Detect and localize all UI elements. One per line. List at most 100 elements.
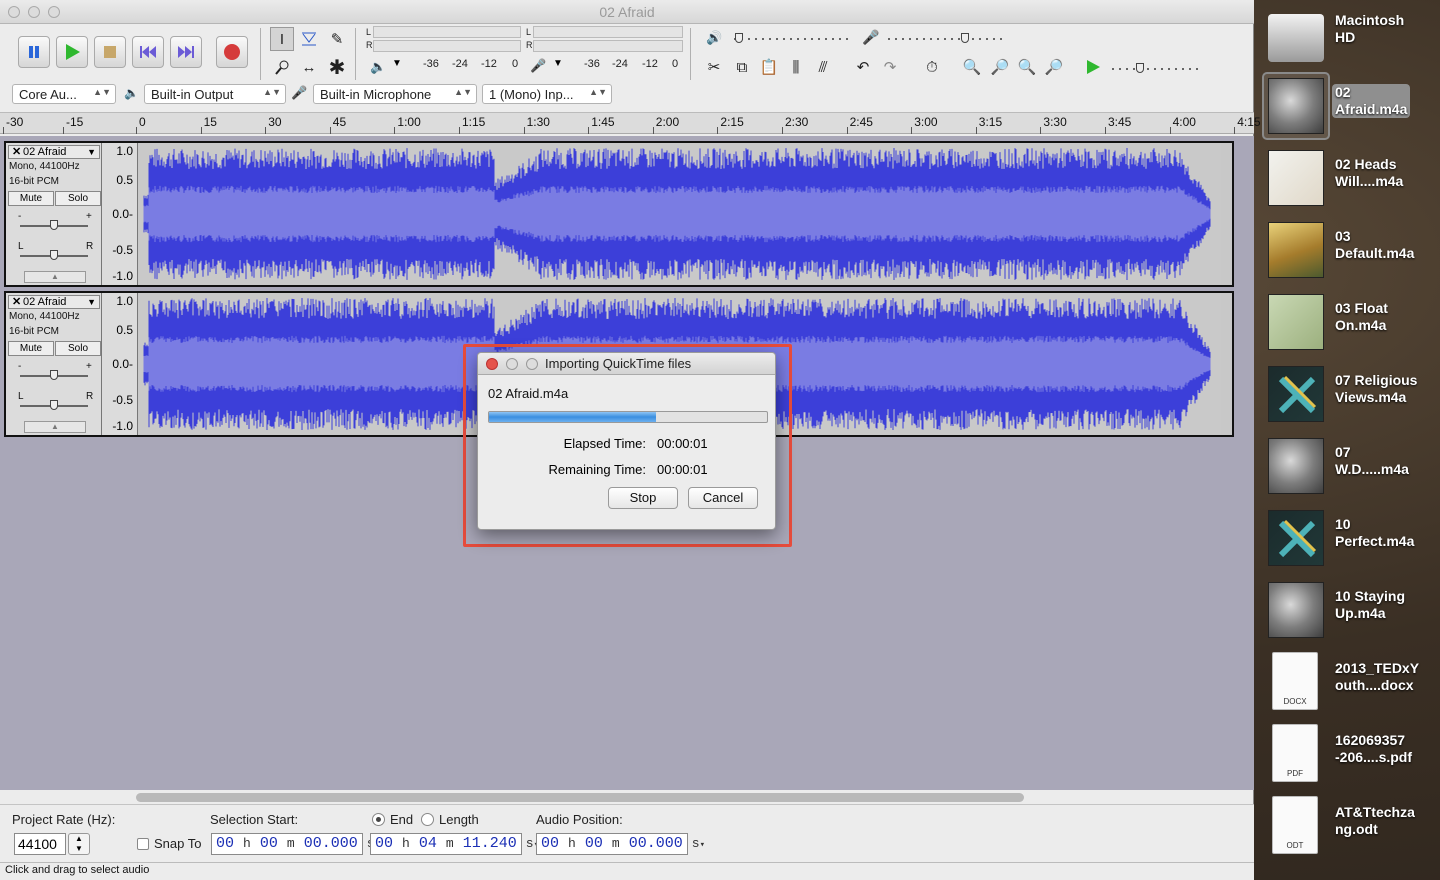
record-meter-left[interactable] [533,26,683,38]
collapse-track-button[interactable]: ▲ [24,271,86,283]
desktop-file-item[interactable]: 02 Afraid.m4a [1262,72,1440,144]
close-track-icon[interactable]: ✕ [12,146,21,158]
audio-position-timecode[interactable]: 00 h 00 m 00.000 s▾ [536,833,705,855]
desktop-file-item[interactable]: 10 Perfect.m4a [1262,504,1440,576]
undo-icon[interactable]: ↶ [851,55,875,79]
dialog-zoom-button[interactable] [526,358,538,370]
copy-icon[interactable]: ⧉ [730,55,754,79]
playback-meter-left[interactable] [373,26,521,38]
input-volume-knob[interactable] [961,33,969,43]
stop-button[interactable]: Stop [608,487,678,509]
track-name-menu[interactable]: ✕ 02 Afraid ▼ [8,295,100,309]
gain-knob[interactable] [50,220,58,230]
skip-start-icon [140,46,156,58]
mute-button[interactable]: Mute [8,341,54,356]
play-at-speed-button[interactable] [1081,55,1105,79]
playback-speed-slider[interactable] [1112,68,1202,70]
track-name-menu[interactable]: ✕ 02 Afraid ▼ [8,145,100,159]
desktop-file-item[interactable]: 10 Staying Up.m4a [1262,576,1440,648]
input-device-select[interactable]: Built-in Microphone ▲▼ [313,84,477,104]
redo-icon[interactable]: ↷ [878,55,902,79]
collapse-track-button[interactable]: ▲ [24,421,86,433]
silence-icon[interactable]: ⫻ [811,55,835,79]
project-rate-stepper[interactable]: ▲ ▼ [68,833,90,855]
desktop-file-item[interactable]: DOCX 2013_TEDxY outh....docx [1262,648,1440,720]
vertical-scale[interactable]: 1.0 0.5 0.0- -0.5 -1.0 [102,143,138,285]
gain-knob[interactable] [50,370,58,380]
vertical-scale[interactable]: 1.0 0.5 0.0- -0.5 -1.0 [102,293,138,435]
pause-button[interactable] [18,36,50,68]
record-meter-right[interactable] [533,40,683,52]
cut-icon[interactable]: ✂ [702,55,726,79]
desktop-file-item[interactable]: 03 Default.m4a [1262,216,1440,288]
desktop-file-item[interactable]: 07 Religious Views.m4a [1262,360,1440,432]
project-rate-input[interactable]: 44100 [14,833,66,855]
zoom-tool-icon[interactable] [270,55,294,79]
selection-start-label: Selection Start: [210,812,299,827]
ruler-tick-mark [1169,127,1171,134]
close-track-icon[interactable]: ✕ [12,296,21,308]
desktop-file-item[interactable]: 03 Float On.m4a [1262,288,1440,360]
desktop-file-item[interactable]: ODT AT&Ttechza ng.odt [1262,792,1440,864]
solo-button[interactable]: Solo [55,341,101,356]
zoom-out-icon[interactable]: 🔎 [988,55,1012,79]
output-volume-slider[interactable] [734,38,850,40]
timeshift-tool-icon[interactable]: ↔ [297,55,321,79]
pan-left-label: L [18,241,24,252]
output-device-select[interactable]: Built-in Output ▲▼ [144,84,286,104]
dialog-close-button[interactable] [486,358,498,370]
fit-selection-icon[interactable]: 🔍 [1015,55,1039,79]
playback-speed-knob[interactable] [1136,63,1144,73]
snap-to-checkbox[interactable] [137,838,149,850]
desktop-file-label: 02 Heads Will....m4a [1335,156,1404,189]
solo-button[interactable]: Solo [55,191,101,206]
fit-project-icon[interactable]: 🔎 [1042,55,1066,79]
selection-start-timecode[interactable]: 00 h 00 m 00.000 s▾ [211,833,380,855]
cancel-button[interactable]: Cancel [688,487,758,509]
dialog-minimize-button[interactable] [506,358,518,370]
ruler-tick-label: 15 [203,115,217,129]
multi-tool-icon[interactable]: ✱ [325,55,349,79]
record-button[interactable] [216,36,248,68]
skip-to-end-button[interactable] [170,36,202,68]
paste-icon[interactable]: 📋 [757,55,781,79]
output-volume-knob[interactable] [735,33,743,43]
input-channels-select[interactable]: 1 (Mono) Inp... ▲▼ [482,84,612,104]
pan-knob[interactable] [50,400,58,410]
skip-to-start-button[interactable] [132,36,164,68]
desktop-file-item[interactable]: 02 Heads Will....m4a [1262,144,1440,216]
selection-tool-icon[interactable]: I [270,27,294,51]
audio-track[interactable]: ✕ 02 Afraid ▼ Mono, 44100Hz 16-bit PCM M… [4,141,1234,287]
play-icon [1087,60,1100,74]
ruler-tick-mark [329,127,331,134]
output-volume-icon: 🔊 [706,30,723,45]
end-radio[interactable] [372,813,385,826]
draw-tool-icon[interactable]: ✎ [325,27,349,51]
trim-icon[interactable]: ⫼ [784,55,808,79]
desktop-file-item[interactable]: 07 W.D.....m4a [1262,432,1440,504]
speaker-icon[interactable]: 🔈 [370,59,386,75]
desktop-file-item[interactable]: Macintosh HD [1262,0,1440,72]
desktop-file-item[interactable]: PDF 162069357 -206....s.pdf [1262,720,1440,792]
window-title: 02 Afraid [599,4,655,20]
horizontal-scrollbar[interactable] [136,793,1024,802]
waveform[interactable] [139,143,1221,285]
microphone-icon[interactable]: 🎤 [530,58,546,74]
ruler-tick-label: 3:00 [914,115,938,129]
pan-knob[interactable] [50,250,58,260]
stop-button[interactable] [94,36,126,68]
input-volume-slider[interactable] [888,38,1004,40]
desktop-file-label: 07 W.D.....m4a [1335,444,1409,477]
mute-button[interactable]: Mute [8,191,54,206]
record-meter-menu-icon[interactable]: ▼ [553,58,563,69]
playback-meter-right[interactable] [373,40,521,52]
playback-meter-menu-icon[interactable]: ▼ [392,58,402,69]
selection-end-timecode[interactable]: 00 h 04 m 11.240 s▾ [370,833,539,855]
length-radio[interactable] [421,813,434,826]
sync-lock-icon[interactable]: ⏱ [920,55,944,79]
audio-host-select[interactable]: Core Au... ▲▼ [12,84,116,104]
timeline-ruler[interactable]: -30 -15 0 15 30 45 1:00 1:15 1:30 1:45 2:00 2:15 2:3… [0,112,1261,134]
play-button[interactable] [56,36,88,68]
envelope-tool-icon[interactable] [297,27,321,51]
zoom-in-icon[interactable]: 🔍 [960,55,984,79]
